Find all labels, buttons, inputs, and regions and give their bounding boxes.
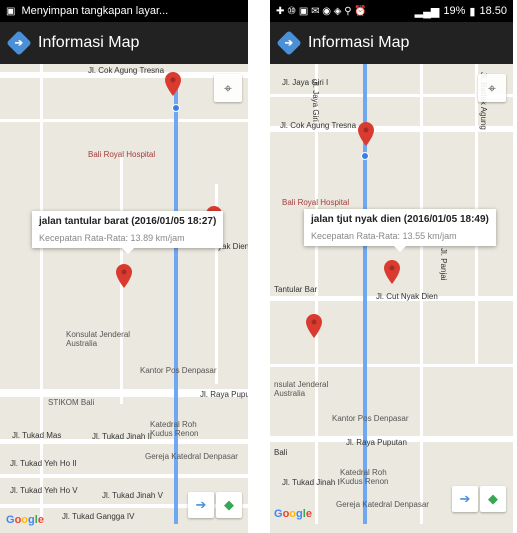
road xyxy=(0,119,248,122)
map-marker[interactable] xyxy=(358,122,374,146)
road xyxy=(315,64,318,524)
directions-icon: ➔ xyxy=(459,491,471,506)
poi-label-katedral: Katedral Roh Kudus Renon xyxy=(150,420,199,438)
street-label: Jl. Panjai xyxy=(439,248,448,281)
open-maps-button[interactable]: ◆ xyxy=(216,492,242,518)
route-start-dot xyxy=(361,152,369,160)
street-label: Tantular Bar xyxy=(274,285,318,294)
info-window-speed: Kecepatan Rata-Rata: 13.55 km/jam xyxy=(311,231,457,241)
google-logo: Google xyxy=(6,514,44,526)
left-phone-screen: ▣ Menyimpan tangkapan layar... ➔ Informa… xyxy=(0,0,248,533)
poi-label-stikom: STIKOM Bali xyxy=(48,398,95,407)
info-window-title: jalan tantular barat (2016/01/05 18:27) xyxy=(39,216,217,227)
battery-icon: ▮ xyxy=(469,5,476,18)
street-label: Jl. Tukad Jinah V xyxy=(102,491,163,500)
marker-info-window[interactable]: jalan tantular barat (2016/01/05 18:27) … xyxy=(32,211,224,254)
crosshair-icon: ⌖ xyxy=(488,79,496,96)
poi-label-katedral: Katedral Roh Kudus Renon xyxy=(340,468,389,486)
app-title: Informasi Map xyxy=(38,34,140,51)
directions-app-icon[interactable]: ➔ xyxy=(6,30,32,56)
map-marker[interactable] xyxy=(306,314,322,338)
street-label: Jl. Jaya Giri xyxy=(311,80,320,122)
road xyxy=(40,64,43,524)
status-bar: ✚ ⑩ ▣ ✉ ◉ ◈ ⚲ ⏰ ▂▄▆ 19% ▮ 18.50 xyxy=(270,0,513,22)
open-maps-button[interactable]: ◆ xyxy=(480,486,506,512)
street-label: Jl. Tukad Mas xyxy=(12,431,62,440)
poi-label-gereja: Gereja Katedral Denpasar xyxy=(336,500,429,509)
status-notification-text: Menyimpan tangkapan layar... xyxy=(21,5,169,17)
marker-info-window[interactable]: jalan tjut nyak dien (2016/01/05 18:49) … xyxy=(304,209,496,252)
my-location-button[interactable]: ⌖ xyxy=(478,74,506,102)
street-label: Jl. Cok Agung Tresna xyxy=(280,121,357,130)
street-label: Jl. Tukad Gangga IV xyxy=(62,512,135,521)
poi-label-hospital: Bali Royal Hospital xyxy=(88,150,156,159)
street-label: Bali xyxy=(274,448,288,457)
street-label: Jl. Cok Agung Tresna xyxy=(88,66,165,75)
road xyxy=(270,364,513,367)
poi-label-gereja: Gereja Katedral Denpasar xyxy=(145,452,238,461)
route-start-dot xyxy=(172,104,180,112)
street-label: Jl. Tukad Yeh Ho II xyxy=(10,459,77,468)
notification-icons: ✚ ⑩ ▣ ✉ ◉ ◈ ⚲ ⏰ xyxy=(276,5,367,17)
street-label: Jl. Cut Nyak Dien xyxy=(376,292,438,301)
app-title: Informasi Map xyxy=(308,34,410,51)
status-bar: ▣ Menyimpan tangkapan layar... xyxy=(0,0,248,22)
map-view[interactable]: Jl. Cok Agung Tresna Bali Royal Hospital… xyxy=(0,64,248,533)
signal-icon: ▂▄▆ xyxy=(414,5,440,18)
app-bar: ➔ Informasi Map xyxy=(0,22,248,64)
poi-label-kantor-pos: Kantor Pos Denpasar xyxy=(332,414,409,423)
directions-app-icon[interactable]: ➔ xyxy=(276,30,302,56)
screenshot-icon: ▣ xyxy=(6,5,16,17)
crosshair-icon: ⌖ xyxy=(224,79,232,96)
maps-icon: ◆ xyxy=(224,497,234,512)
street-label: Jl. Raya Puput xyxy=(200,390,248,399)
directions-button[interactable]: ➔ xyxy=(452,486,478,512)
my-location-button[interactable]: ⌖ xyxy=(214,74,242,102)
map-marker-selected[interactable] xyxy=(384,260,400,284)
clock: 18.50 xyxy=(479,5,507,17)
road xyxy=(0,474,248,478)
street-label: Jl. Tukad Yeh Ho V xyxy=(10,486,78,495)
google-logo: Google xyxy=(274,508,312,520)
map-marker-selected[interactable] xyxy=(116,264,132,288)
poi-label-konsulat: Konsulat Jenderal Australia xyxy=(66,330,131,348)
directions-button[interactable]: ➔ xyxy=(188,492,214,518)
map-marker[interactable] xyxy=(165,72,181,96)
street-label: Jl. Tukad Jinah II xyxy=(92,432,153,441)
battery-percent: 19% xyxy=(443,5,466,17)
street-label: Jl. Raya Puputan xyxy=(346,438,407,447)
street-label: Jl. Tukad Jinah I xyxy=(282,478,340,487)
map-view[interactable]: Jl. Jaya Giri I Jl. Jaya Giri Jl. Cok Ag… xyxy=(270,64,513,533)
poi-label-kantor-pos: Kantor Pos Denpasar xyxy=(140,366,217,375)
right-phone-screen: ✚ ⑩ ▣ ✉ ◉ ◈ ⚲ ⏰ ▂▄▆ 19% ▮ 18.50 ➔ Inform… xyxy=(270,0,513,533)
info-window-title: jalan tjut nyak dien (2016/01/05 18:49) xyxy=(311,214,489,225)
maps-icon: ◆ xyxy=(488,491,498,506)
directions-icon: ➔ xyxy=(195,497,207,512)
app-bar: ➔ Informasi Map xyxy=(270,22,513,64)
poi-label-hospital: Bali Royal Hospital xyxy=(282,198,350,207)
info-window-speed: Kecepatan Rata-Rata: 13.89 km/jam xyxy=(39,233,185,243)
poi-label-konsulat: nsulat Jenderal Australia xyxy=(274,380,329,398)
street-label: Jl. Jaya Giri I xyxy=(282,78,329,87)
